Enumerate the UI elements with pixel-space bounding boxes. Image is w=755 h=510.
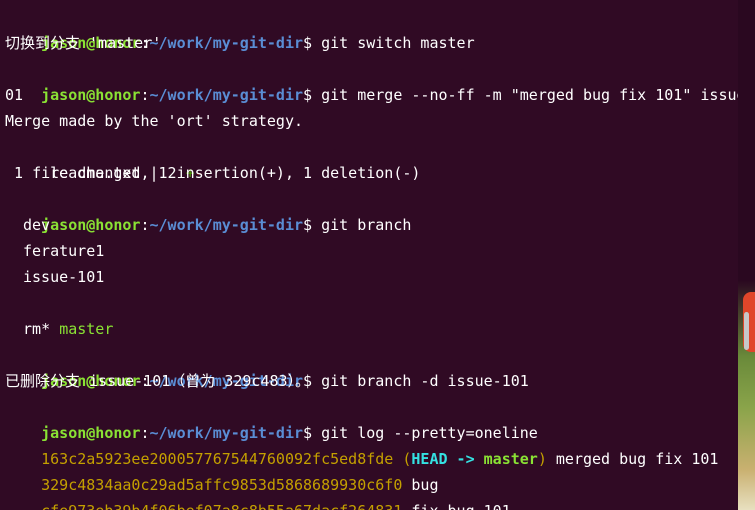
terminal-window[interactable]: jason@honor:~/work/my-git-dir$ git switc… (0, 0, 738, 510)
ref-decoration-close: ) (537, 450, 556, 468)
log-entry: 329c4834aa0c29ad5affc9853d5868689930c6f0… (5, 446, 438, 494)
output-line: 已删除分支 issue-101（曾为 329c483）。 (5, 372, 311, 390)
branch-item: dev (23, 216, 51, 234)
prompt-line: jason@honor:~/work/my-git-dir$ git switc… (5, 4, 475, 52)
terminal-scrollbar[interactable] (738, 0, 755, 510)
command-text: git branch -d issue-101 (321, 372, 529, 390)
command-text: git switch master (321, 34, 475, 52)
command-wrap-line: 01 (5, 86, 24, 104)
prompt-line: jason@honor:~/work/my-git-dir$ git branc… (5, 342, 529, 390)
commit-message: fix bug 101 (411, 502, 510, 510)
current-branch-name: master (59, 320, 114, 338)
command-text: git branch (321, 216, 412, 234)
branch-item: rm (23, 320, 42, 338)
diffstat-line: readme.txt | 2 +- (5, 134, 204, 182)
prompt-path: ~/work/my-git-dir (149, 86, 304, 104)
prompt-separator: : (140, 86, 150, 104)
scrollbar-thumb[interactable] (744, 312, 749, 350)
head-arrow: -> (447, 450, 484, 468)
commit-hash: cfe973eb39b4f06bef07a8c8b55a67dacf264831 (41, 502, 402, 510)
output-line: Merge made by the 'ort' strategy. (5, 112, 304, 130)
ref-branch-label: master (483, 450, 538, 468)
prompt-line: jason@honor:~/work/my-git-dir$ git log -… (5, 394, 538, 442)
prompt-path: ~/work/my-git-dir (149, 216, 304, 234)
prompt-path: ~/work/my-git-dir (149, 34, 304, 52)
diffstat-summary: 1 file changed, 1 insertion(+), 1 deleti… (5, 164, 421, 182)
branch-item-current: * master (5, 290, 113, 338)
commit-message: merged bug fix 101 (555, 450, 719, 468)
branch-item: ferature1 (23, 242, 105, 260)
branch-item: issue-101 (23, 268, 105, 286)
log-entry: cfe973eb39b4f06bef07a8c8b55a67dacf264831… (5, 472, 511, 510)
prompt-line: jason@honor:~/work/my-git-dir$ git branc… (5, 186, 411, 234)
prompt-sign: $ (303, 216, 322, 234)
prompt-line: jason@honor:~/work/my-git-dir$ git merge… (5, 56, 738, 104)
log-entry: 163c2a5923ee200057767544760092fc5ed8fde … (5, 420, 718, 468)
prompt-sign: $ (303, 34, 322, 52)
output-line: 切换到分支 'master' (5, 34, 162, 52)
current-branch-marker: * (41, 320, 60, 338)
prompt-user: jason@honor (41, 216, 141, 234)
prompt-separator: : (140, 216, 150, 234)
prompt-sign: $ (303, 86, 322, 104)
command-text: git merge --no-ff -m "merged bug fix 101… (321, 86, 738, 104)
prompt-user: jason@honor (41, 86, 141, 104)
